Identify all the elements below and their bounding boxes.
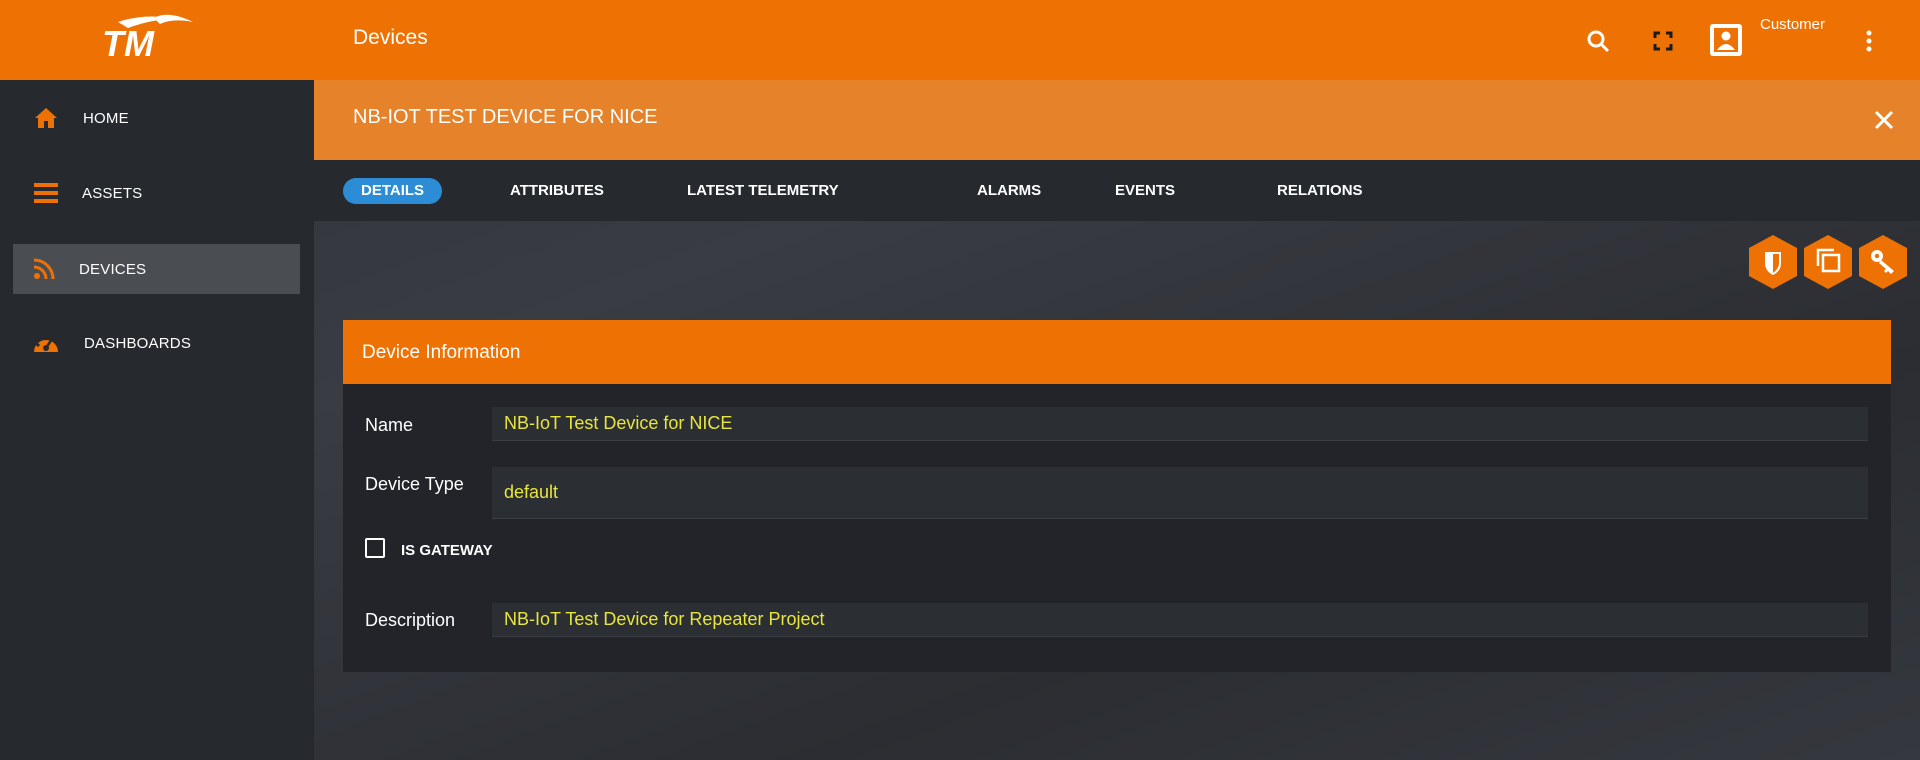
- description-label: Description: [365, 610, 456, 630]
- details-tabs: DETAILS ATTRIBUTES LATEST TELEMETRY ALAR…: [314, 160, 1920, 221]
- name-field[interactable]: [492, 407, 1868, 441]
- device-type-field[interactable]: [492, 467, 1868, 519]
- sidebar-item-assets[interactable]: ASSETS: [13, 168, 300, 218]
- device-type-label: Device Type: [365, 474, 464, 494]
- tm-logo: TM: [102, 14, 193, 62]
- more-vert-icon[interactable]: [1854, 26, 1884, 56]
- tab-latest-telemetry[interactable]: LATEST TELEMETRY: [669, 178, 857, 204]
- logo-text: TM: [102, 23, 155, 62]
- home-icon: [31, 103, 61, 133]
- card-header: Device Information: [343, 320, 1891, 384]
- sidebar-item-label: HOME: [83, 109, 129, 127]
- sidebar-item-label: DEVICES: [79, 260, 147, 278]
- logo-area: TM: [0, 0, 314, 80]
- is-gateway-label: IS GATEWAY: [401, 542, 493, 559]
- device-information-card: Device Information Name Device Type IS G…: [343, 320, 1891, 672]
- manage-credentials-button[interactable]: [1746, 233, 1800, 291]
- is-gateway-checkbox[interactable]: [365, 538, 385, 558]
- menu-icon: [31, 178, 61, 208]
- sidebar-item-label: DASHBOARDS: [84, 334, 192, 352]
- page-title: Devices: [353, 26, 428, 49]
- sidebar-item-devices[interactable]: DEVICES: [13, 244, 300, 294]
- dashboard-icon: [31, 328, 61, 358]
- sidebar-item-label: ASSETS: [82, 184, 143, 202]
- tab-details[interactable]: DETAILS: [343, 178, 443, 204]
- rss-icon: [29, 254, 59, 284]
- account-box-icon[interactable]: [1708, 22, 1744, 58]
- tab-relations[interactable]: RELATIONS: [1259, 178, 1381, 204]
- sidebar-item-home[interactable]: HOME: [13, 93, 300, 143]
- description-field[interactable]: [492, 603, 1868, 637]
- tab-attributes[interactable]: ATTRIBUTES: [492, 178, 622, 204]
- tab-alarms[interactable]: ALARMS: [959, 178, 1059, 204]
- main-content: Devices Customer NB-IOT TEST DEVICE FOR …: [314, 0, 1920, 760]
- sidebar: TM HOME ASSETS DEVICES DASHBOARDS: [0, 0, 314, 760]
- tab-events[interactable]: EVENTS: [1097, 178, 1193, 204]
- user-label[interactable]: Customer: [1760, 16, 1825, 33]
- copy-id-button[interactable]: [1801, 233, 1855, 291]
- fullscreen-icon[interactable]: [1648, 26, 1678, 56]
- entity-title: NB-IOT TEST DEVICE FOR NICE: [353, 106, 658, 128]
- entity-header: NB-IOT TEST DEVICE FOR NICE: [314, 80, 1920, 160]
- search-icon[interactable]: [1583, 26, 1613, 56]
- sidebar-item-dashboards[interactable]: DASHBOARDS: [13, 318, 300, 368]
- name-label: Name: [365, 415, 414, 435]
- top-toolbar: Devices Customer: [314, 0, 1920, 80]
- copy-access-token-button[interactable]: [1856, 233, 1910, 291]
- card-title: Device Information: [362, 342, 521, 363]
- close-icon[interactable]: [1868, 104, 1900, 136]
